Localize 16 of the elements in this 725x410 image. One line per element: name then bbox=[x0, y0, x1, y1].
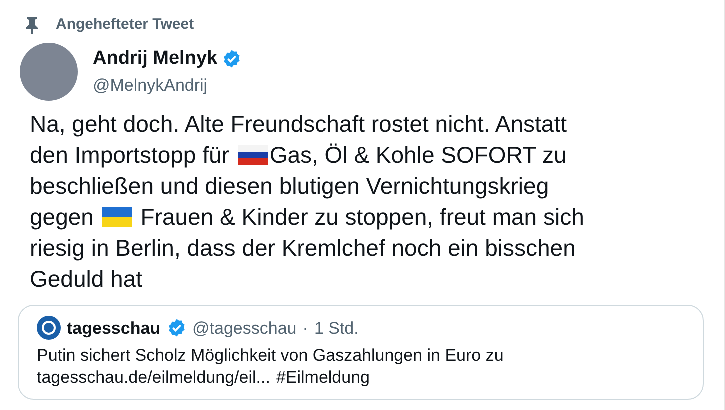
pinned-label: Angehefteter Tweet bbox=[56, 15, 194, 35]
quoted-link[interactable]: tagesschau.de/eilmeldung/eil... bbox=[37, 367, 270, 389]
quoted-text: Putin sichert Scholz Möglichkeit von Gaszahlungen in Euro zu bbox=[37, 345, 505, 367]
hashtag[interactable]: #Eilmeldung bbox=[276, 367, 370, 389]
tweet-text: Na, geht doch. Alte Freundschaft rostet nicht. Anstatt den Importstopp für Gas, Öl & Kohle SOFORT zu beschließen und diesen blutigen Vernichtungskrieg gegen Frauen & Kinder zu stoppen, freut man sich riesig in Berlin, dass der Kremlchef noch ein bisschen Geduld hat bbox=[29, 110, 586, 294]
separator: · bbox=[302, 318, 308, 340]
quoted-author-handle: @tagesschau bbox=[192, 318, 297, 340]
flag-icon bbox=[238, 144, 268, 164]
flag-icon bbox=[102, 206, 132, 226]
quoted-author-name: tagesschau bbox=[67, 318, 161, 340]
quoted-avatar-icon bbox=[37, 316, 61, 340]
quoted-tweet-card[interactable]: tagesschau @tagesschau · 1 Std. Putin sichert Scholz Möglichkeit von Gaszahlungen in Euro zu tagesschau.de/eilmeldung/eil... #Eilmeldung bbox=[18, 304, 704, 400]
pin-icon bbox=[24, 16, 40, 34]
author-handle[interactable]: @MelnykAndrij bbox=[93, 73, 242, 98]
author-name[interactable]: Andrij Melnyk bbox=[93, 44, 218, 73]
quoted-time: 1 Std. bbox=[314, 318, 359, 340]
